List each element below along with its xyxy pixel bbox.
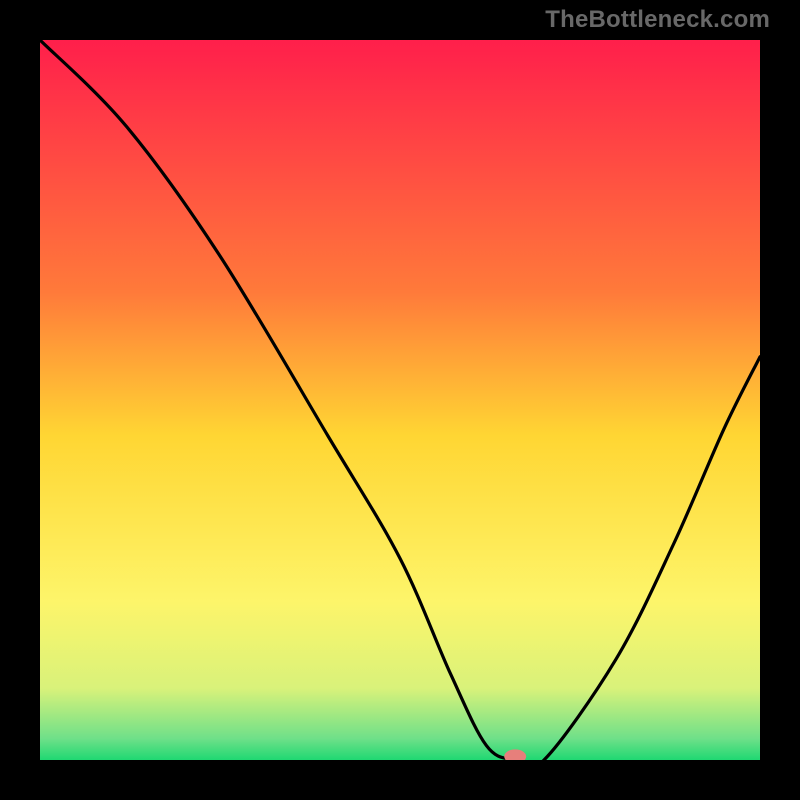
plot-area: [40, 40, 760, 760]
plot-svg: [40, 40, 760, 760]
chart-frame: TheBottleneck.com: [0, 0, 800, 800]
watermark-text: TheBottleneck.com: [545, 6, 770, 34]
gradient-background: [40, 40, 760, 760]
